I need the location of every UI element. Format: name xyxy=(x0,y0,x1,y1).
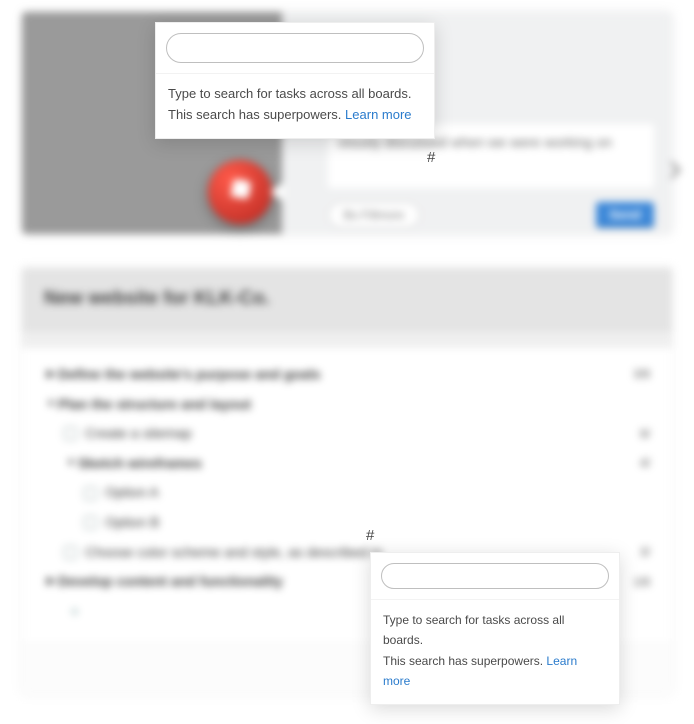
edit-icon[interactable] xyxy=(664,162,681,179)
task-badge: 3/8 xyxy=(633,366,650,383)
hint-line2: This search has superpowers. xyxy=(168,107,341,122)
task-search-popover: Type to search for tasks across all boar… xyxy=(155,22,435,139)
avatar xyxy=(208,160,272,224)
project-title: New website for KLK-Co. xyxy=(22,268,672,332)
task-search-input[interactable] xyxy=(381,563,609,589)
chevron-down-icon[interactable]: ▼ xyxy=(64,456,78,471)
search-hint: Type to search for tasks across all boar… xyxy=(371,600,619,704)
task-search-input[interactable] xyxy=(166,33,424,63)
hash-icon: # xyxy=(427,149,435,166)
task-row[interactable]: ▼ Sketch wireframes 4/ xyxy=(44,449,650,479)
task-text: Sketch wireframes xyxy=(78,454,640,474)
task-badge: 1/8 xyxy=(633,574,650,591)
task-text: Option B xyxy=(105,513,650,533)
checkbox[interactable] xyxy=(84,487,97,500)
task-row[interactable]: ▼ Plan the structure and layout xyxy=(44,390,650,420)
search-hint: Type to search for tasks across all boar… xyxy=(156,74,434,138)
speech-tip xyxy=(270,182,284,202)
hint-line1: Type to search for tasks across all boar… xyxy=(168,86,412,101)
hash-icon: # xyxy=(366,527,374,544)
checkbox[interactable] xyxy=(84,516,97,529)
learn-more-link[interactable]: Learn more xyxy=(345,107,411,122)
send-button[interactable]: Send xyxy=(596,202,654,228)
task-text: Plan the structure and layout xyxy=(58,395,650,415)
task-row[interactable]: ▶ Define the website's purpose and goals… xyxy=(44,360,650,390)
task-text: Create a sitemap xyxy=(85,424,640,444)
search-wrap xyxy=(156,23,434,74)
mention-pill[interactable]: Bo Fillmore xyxy=(328,202,420,228)
task-badge: 3/ xyxy=(640,544,650,561)
chevron-down-icon[interactable]: ▼ xyxy=(44,397,58,412)
hint-line2: This search has superpowers. xyxy=(383,654,543,668)
checkbox[interactable] xyxy=(64,546,77,559)
search-wrap xyxy=(371,553,619,600)
chevron-right-icon[interactable]: ▶ xyxy=(44,367,58,382)
task-badge: 9/ xyxy=(640,426,650,443)
task-badge: 4/ xyxy=(640,455,650,472)
project-subbar xyxy=(22,332,672,348)
task-row[interactable]: Option A xyxy=(44,478,650,508)
chevron-right-icon[interactable]: ▶ xyxy=(44,574,58,589)
task-row[interactable]: Option B xyxy=(44,508,650,538)
plus-icon[interactable]: + xyxy=(44,602,79,624)
checkbox[interactable] xyxy=(64,427,77,440)
task-row[interactable]: Create a sitemap 9/ xyxy=(44,419,650,449)
task-text: Define the website's purpose and goals xyxy=(58,365,633,385)
task-search-popover: Type to search for tasks across all boar… xyxy=(370,552,620,705)
task-text: Option A xyxy=(105,483,650,503)
hint-line1: Type to search for tasks across all boar… xyxy=(383,613,564,647)
